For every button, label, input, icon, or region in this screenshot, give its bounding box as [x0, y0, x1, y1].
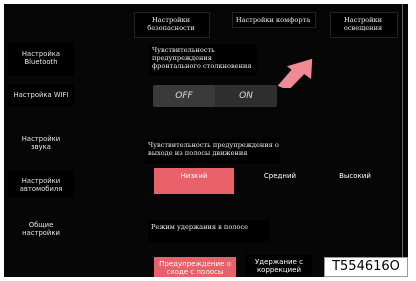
- frontal-collision-toggle[interactable]: OFF ON: [153, 85, 277, 107]
- sidebar-item-wifi[interactable]: Настройка WIFI: [12, 91, 70, 99]
- figure-code: T554616O: [324, 257, 408, 277]
- sidebar-item-vehicle[interactable]: Настройки автомобиля: [12, 177, 70, 193]
- frontal-collision-title: Чувствительность предупреждения фронталь…: [152, 46, 252, 70]
- toggle-off-option[interactable]: OFF: [153, 85, 215, 107]
- tab-lighting[interactable]: Настройки освещения: [332, 16, 394, 32]
- sensitivity-high-button[interactable]: Высокий: [322, 168, 388, 194]
- tab-comfort[interactable]: Настройки комфорта: [234, 16, 312, 24]
- scroll-divider: [402, 4, 403, 277]
- lane-keeping-title: Режим удержания в полосе: [151, 223, 249, 231]
- settings-screen: Настройки безопасности Настройки комфорт…: [4, 4, 408, 277]
- lane-keeping-warning-button[interactable]: Предупреждение о сходе с полосы: [154, 257, 236, 277]
- sensitivity-medium-button[interactable]: Средний: [244, 168, 316, 194]
- toggle-on-option[interactable]: ON: [215, 85, 277, 107]
- sidebar-item-sound[interactable]: Настройки звука: [12, 135, 70, 151]
- sensitivity-low-button[interactable]: Низкий: [154, 168, 234, 194]
- sidebar-item-bluetooth[interactable]: Настройка Bluetooth: [12, 50, 70, 66]
- lane-departure-title: Чувствительность предупреждения о выходе…: [148, 141, 279, 157]
- lane-keeping-correction-button[interactable]: Удержание с коррекцией: [246, 255, 312, 277]
- tab-safety[interactable]: Настройки безопасности: [136, 16, 206, 32]
- arrow-pointer-icon: [277, 58, 313, 88]
- sidebar-item-general[interactable]: Общие настройки: [12, 221, 70, 237]
